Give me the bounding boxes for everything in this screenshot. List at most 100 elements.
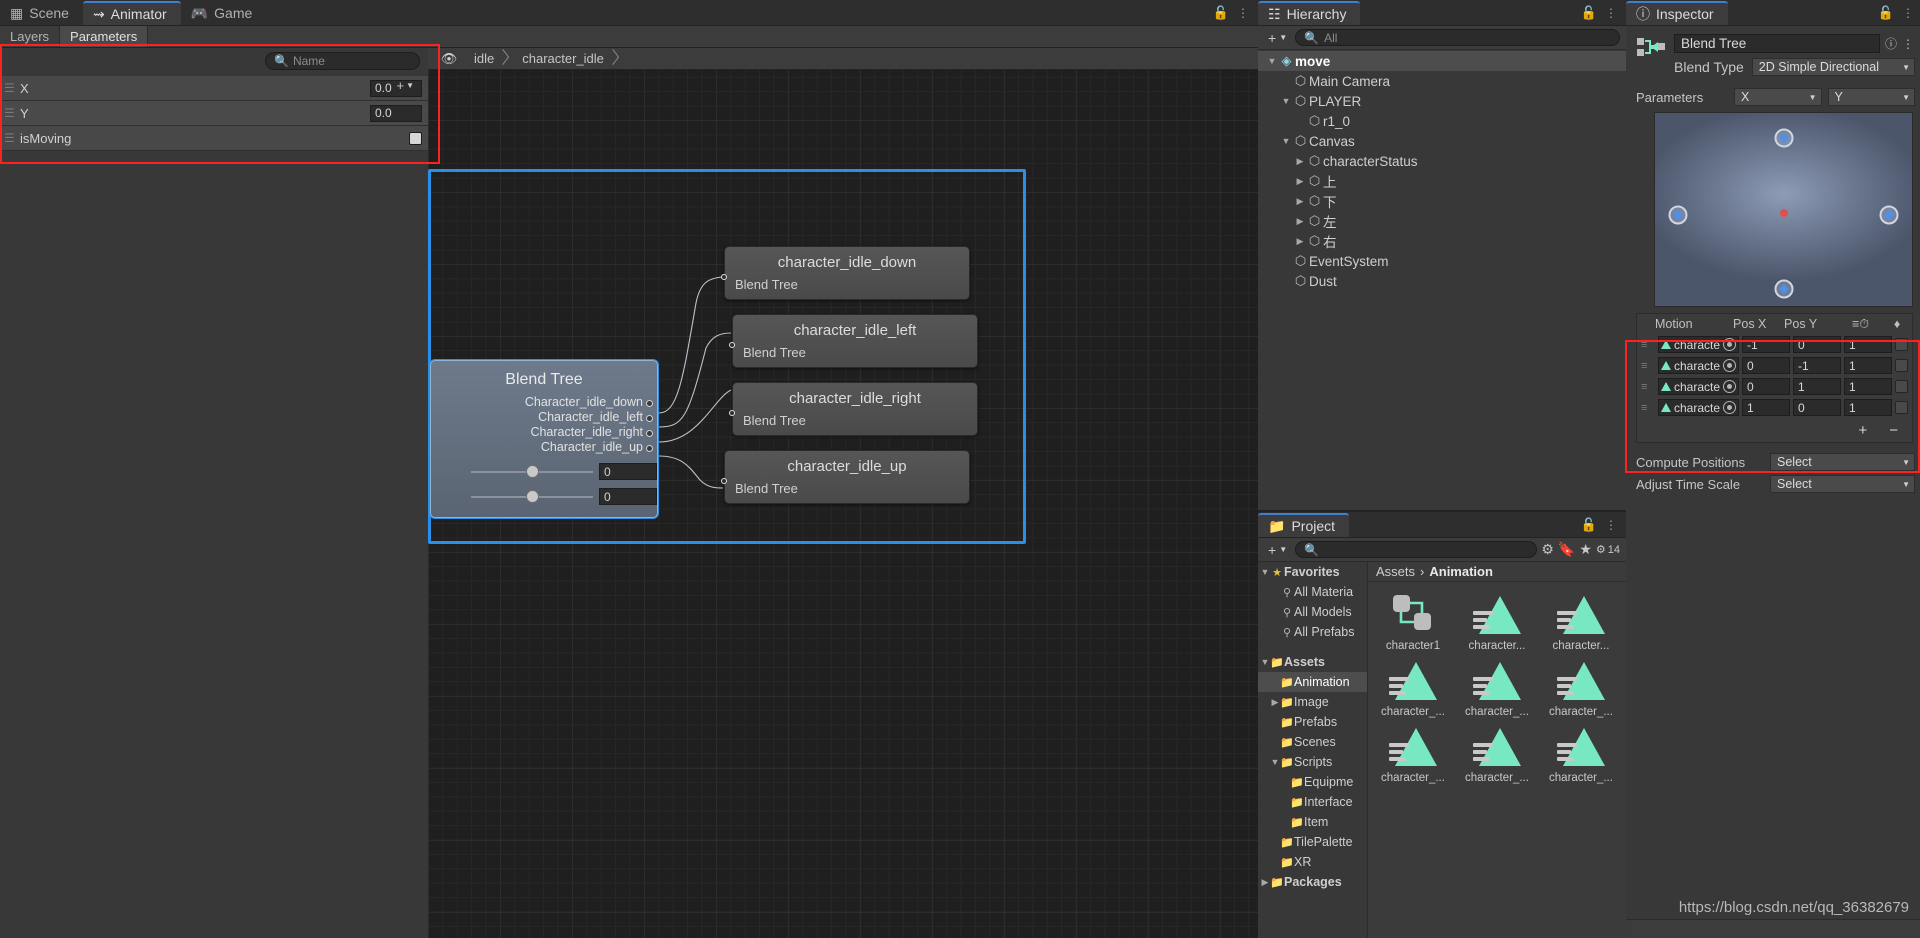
hierarchy-item[interactable]: ⬡ r1_0 bbox=[1258, 111, 1626, 131]
tab-game[interactable]: 🎮 Game bbox=[181, 1, 267, 25]
kebab-menu-icon[interactable]: ⋮ bbox=[1605, 6, 1618, 20]
blend-graph-cursor-dot[interactable] bbox=[1779, 209, 1788, 218]
parameter-value-y[interactable]: 0.0 bbox=[370, 104, 422, 122]
kebab-menu-icon[interactable]: ⋮ bbox=[1605, 518, 1618, 532]
hierarchy-item[interactable]: ⬡ Main Camera bbox=[1258, 71, 1626, 91]
drag-handle-icon[interactable]: ≡ bbox=[1641, 381, 1655, 393]
lock-icon[interactable]: 🔓 bbox=[1581, 5, 1597, 21]
motion-row[interactable]: ≡ characte -1 0 1 bbox=[1637, 334, 1912, 355]
inspector-name-field[interactable]: Blend Tree bbox=[1674, 34, 1881, 53]
motion-pos-y[interactable]: -1 bbox=[1793, 357, 1842, 374]
eye-icon[interactable]: 👁 bbox=[436, 51, 462, 67]
chevron-right-icon[interactable]: ▶ bbox=[1294, 216, 1306, 227]
state-node-character-idle-down[interactable]: character_idle_down Blend Tree bbox=[724, 246, 970, 300]
tab-animator[interactable]: ⇝ Animator bbox=[82, 1, 181, 25]
object-picker-icon[interactable] bbox=[1723, 338, 1737, 351]
chevron-right-icon[interactable]: ▶ bbox=[1260, 877, 1270, 888]
hierarchy-item[interactable]: ▼ ⬡ Canvas bbox=[1258, 131, 1626, 151]
motion-mirror-checkbox[interactable] bbox=[1895, 338, 1909, 351]
motion-mirror-checkbox[interactable] bbox=[1895, 359, 1909, 372]
project-folder-item[interactable]: 📁 XR bbox=[1258, 852, 1367, 872]
hierarchy-item[interactable]: ▼ ◈ move bbox=[1258, 51, 1626, 71]
chevron-right-icon[interactable]: ▶ bbox=[1294, 196, 1306, 207]
breadcrumb-assets[interactable]: Assets bbox=[1376, 564, 1415, 579]
tab-hierarchy[interactable]: ☷ Hierarchy bbox=[1258, 1, 1361, 25]
motion-pos-x[interactable]: -1 bbox=[1742, 336, 1791, 353]
motion-object-field[interactable]: characte bbox=[1658, 357, 1740, 374]
project-folder-item[interactable]: 📁 TilePalette bbox=[1258, 832, 1367, 852]
blend-tree-slider-row-0[interactable]: 0 bbox=[431, 463, 657, 480]
subtab-parameters[interactable]: Parameters bbox=[60, 26, 149, 47]
motion-pos-y[interactable]: 1 bbox=[1793, 378, 1842, 395]
chevron-down-icon[interactable]: ▼ bbox=[1280, 96, 1292, 106]
asset-item[interactable]: character_... bbox=[1374, 658, 1452, 718]
compute-positions-dropdown[interactable]: Select ▼ bbox=[1770, 453, 1916, 471]
motion-pos-x[interactable]: 0 bbox=[1742, 357, 1791, 374]
blend-graph-motion-node[interactable] bbox=[1879, 205, 1899, 225]
parameter-row-x[interactable]: ☰ X 0.0 bbox=[0, 76, 428, 101]
breadcrumb-character-idle[interactable]: character_idle bbox=[512, 48, 620, 70]
help-icon[interactable]: ⓘ bbox=[1885, 35, 1897, 52]
project-folder-item[interactable]: ▼ 📁 Scripts bbox=[1258, 752, 1367, 772]
kebab-menu-icon[interactable]: ⋮ bbox=[1902, 37, 1915, 51]
project-folder-item[interactable]: ⚲ All Models bbox=[1258, 602, 1367, 622]
breadcrumb-animation[interactable]: Animation bbox=[1429, 564, 1493, 579]
motion-row[interactable]: ≡ characte 0 -1 1 bbox=[1637, 355, 1912, 376]
object-picker-icon[interactable] bbox=[1723, 401, 1737, 414]
motion-pos-y[interactable]: 0 bbox=[1793, 336, 1842, 353]
tab-scene[interactable]: ▦ Scene bbox=[0, 1, 83, 25]
blend-tree-slider-value-x[interactable]: 0 bbox=[599, 463, 657, 480]
asset-item[interactable]: character_... bbox=[1458, 724, 1536, 784]
drag-handle-icon[interactable]: ≡ bbox=[1641, 339, 1655, 351]
tab-inspector[interactable]: ⓘ Inspector bbox=[1626, 1, 1728, 25]
motion-row[interactable]: ≡ characte 1 0 1 bbox=[1637, 397, 1912, 418]
chevron-right-icon[interactable]: ▶ bbox=[1270, 697, 1280, 708]
asset-item[interactable]: character... bbox=[1458, 592, 1536, 652]
chevron-down-icon[interactable]: ▼ bbox=[1270, 757, 1280, 767]
state-node-character-idle-up[interactable]: character_idle_up Blend Tree bbox=[724, 450, 970, 504]
state-node-character-idle-left[interactable]: character_idle_left Blend Tree bbox=[732, 314, 978, 368]
chevron-down-icon[interactable]: ▼ bbox=[1266, 56, 1278, 66]
slider-knob[interactable] bbox=[525, 489, 539, 503]
kebab-menu-icon[interactable]: ⋮ bbox=[1237, 6, 1250, 20]
hierarchy-tree[interactable]: ▼ ◈ move ⬡ Main Camera ▼ ⬡ PLAYER ⬡ r1_0 ▼ ⬡ Canvas ▶… bbox=[1258, 50, 1626, 510]
project-folder-item[interactable]: ▼ ★ Favorites bbox=[1258, 562, 1367, 582]
project-folder-item[interactable]: 📁 Animation bbox=[1258, 672, 1367, 692]
state-node-character-idle-right[interactable]: character_idle_right Blend Tree bbox=[732, 382, 978, 436]
project-folder-item[interactable]: ⚲ All Prefabs bbox=[1258, 622, 1367, 642]
motion-object-field[interactable]: characte bbox=[1658, 399, 1740, 416]
chevron-down-icon[interactable]: ▼ bbox=[1260, 657, 1270, 667]
drag-handle-icon[interactable]: ≡ bbox=[1641, 360, 1655, 372]
blend-tree-2d-graph[interactable] bbox=[1654, 112, 1914, 307]
blend-graph-motion-node[interactable] bbox=[1774, 128, 1794, 148]
motion-pos-x[interactable]: 0 bbox=[1742, 378, 1791, 395]
hierarchy-search-input[interactable]: 🔍 All bbox=[1295, 29, 1620, 46]
chevron-down-icon[interactable]: ▼ bbox=[1260, 567, 1270, 577]
project-folder-item[interactable]: 📁 Prefabs bbox=[1258, 712, 1367, 732]
project-folder-item[interactable]: ▶ 📁 Image bbox=[1258, 692, 1367, 712]
drag-handle-icon[interactable]: ☰ bbox=[4, 81, 20, 95]
param-x-dropdown[interactable]: X ▼ bbox=[1734, 88, 1822, 106]
hierarchy-item[interactable]: ▶ ⬡ 右 bbox=[1258, 231, 1626, 251]
parameter-row-y[interactable]: ☰ Y 0.0 bbox=[0, 101, 428, 126]
asset-item[interactable]: character_... bbox=[1458, 658, 1536, 718]
adjust-time-scale-dropdown[interactable]: Select ▼ bbox=[1770, 475, 1916, 493]
project-folder-item[interactable]: 📁 Equipme bbox=[1258, 772, 1367, 792]
asset-item[interactable]: character1 bbox=[1374, 592, 1452, 652]
motion-pos-y[interactable]: 0 bbox=[1793, 399, 1842, 416]
hierarchy-item[interactable]: ▶ ⬡ characterStatus bbox=[1258, 151, 1626, 171]
drag-handle-icon[interactable]: ≡ bbox=[1641, 402, 1655, 414]
asset-item[interactable]: character_... bbox=[1542, 658, 1620, 718]
project-folder-item[interactable]: 📁 Interface bbox=[1258, 792, 1367, 812]
motion-time-scale[interactable]: 1 bbox=[1844, 378, 1893, 395]
add-parameter-button[interactable]: + ▼ bbox=[396, 78, 414, 93]
slider-knob[interactable] bbox=[525, 464, 539, 478]
chevron-right-icon[interactable]: ▶ bbox=[1294, 176, 1306, 187]
chevron-right-icon[interactable]: ▶ bbox=[1294, 156, 1306, 167]
breadcrumb-idle[interactable]: idle bbox=[464, 48, 510, 70]
asset-item[interactable]: character... bbox=[1542, 592, 1620, 652]
project-add-button[interactable]: + ▼ bbox=[1264, 542, 1291, 558]
blend-graph-motion-node[interactable] bbox=[1774, 279, 1794, 299]
object-picker-icon[interactable] bbox=[1723, 359, 1737, 372]
hierarchy-item[interactable]: ▶ ⬡ 左 bbox=[1258, 211, 1626, 231]
